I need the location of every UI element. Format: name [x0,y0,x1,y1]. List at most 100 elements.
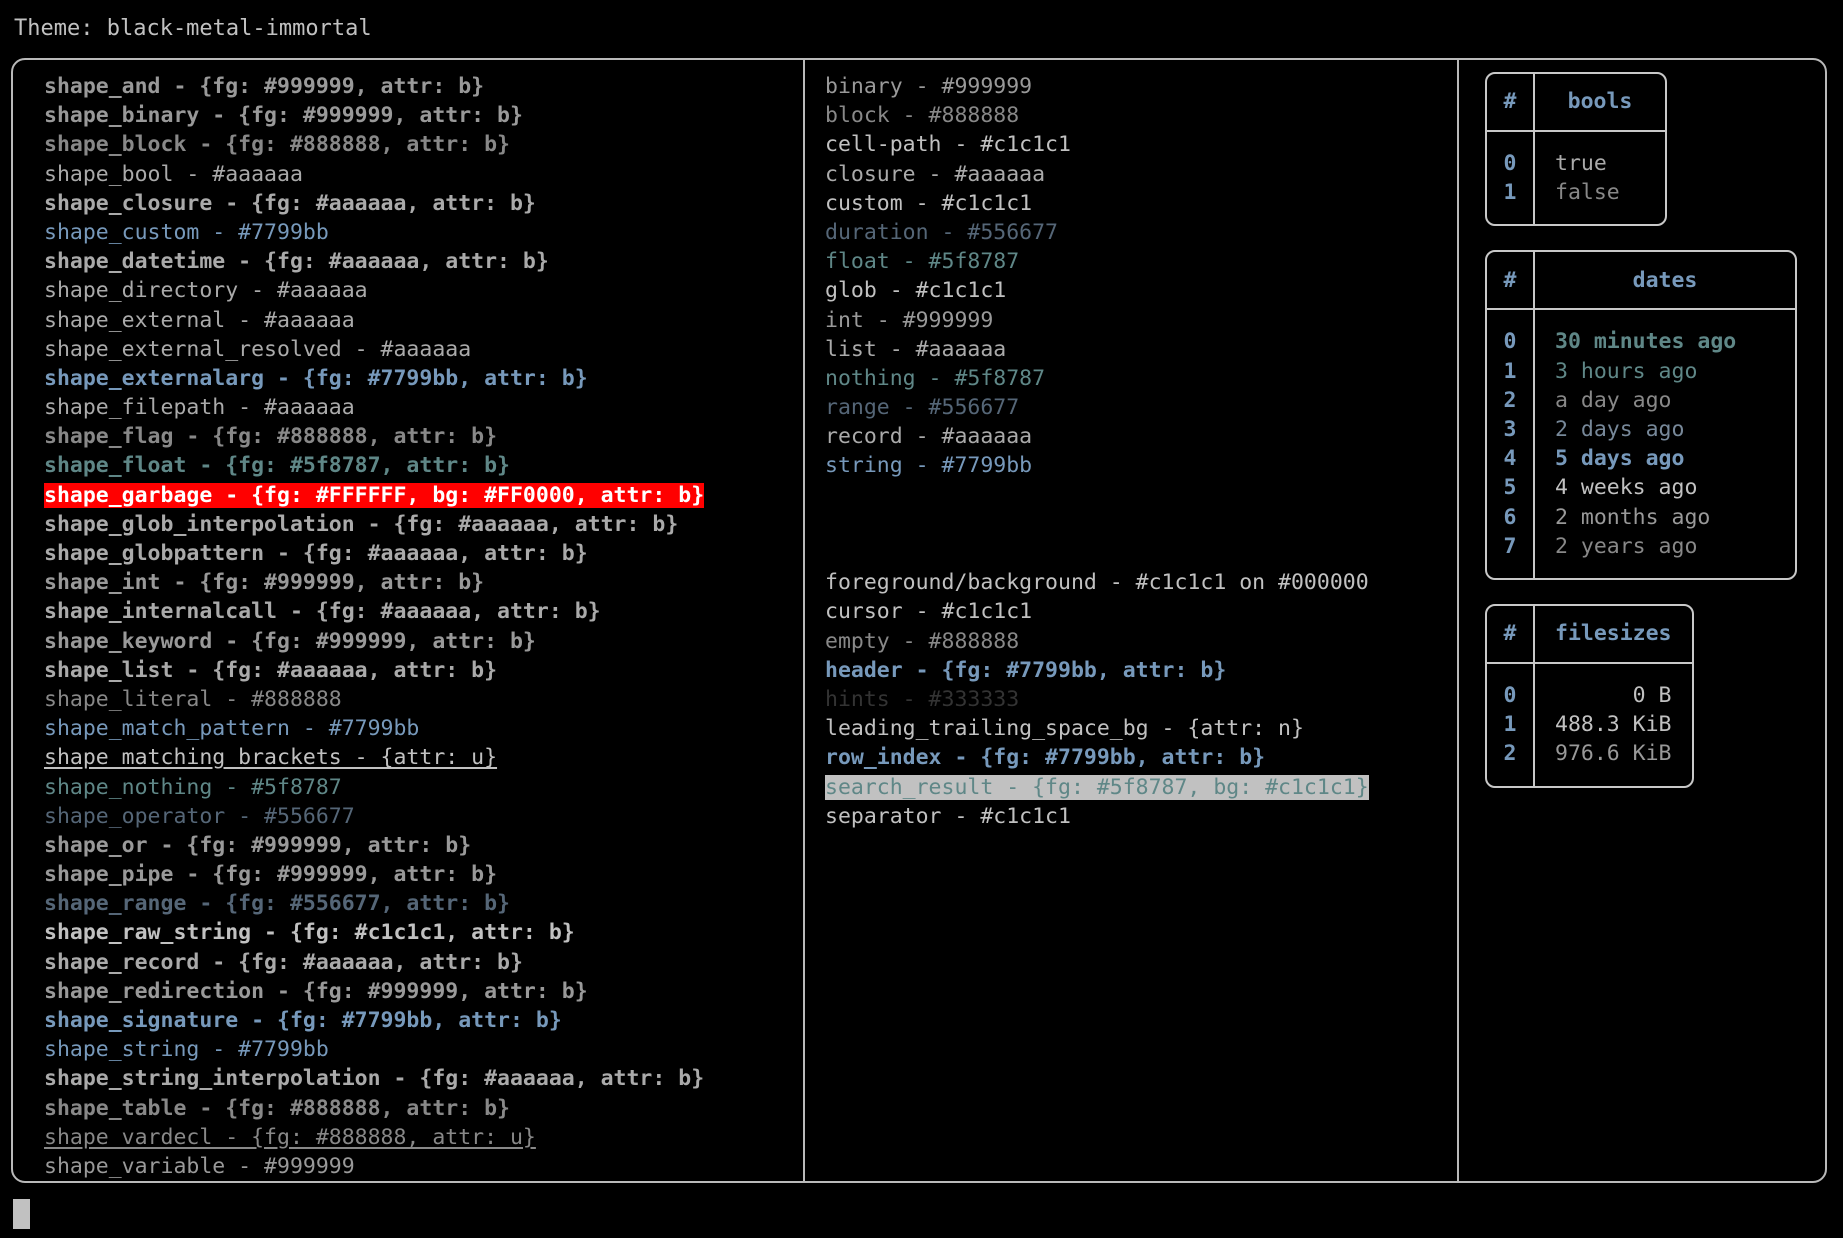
shape-line: shape_external_resolved - #aaaaaa [44,336,472,362]
shapes-column: shape_and - {fg: #999999, attr: b} shape_… [13,60,803,1181]
table-header-filesizes: filesizes [1535,606,1692,665]
table-bools: # bools 0 true 1 false [1485,72,1667,227]
type-line: record - #aaaaaa [825,424,1033,450]
table-row[interactable]: 7 2 years ago [1487,531,1795,562]
table-row-index: 2 [1487,739,1535,769]
table-header-row: # dates [1487,252,1795,311]
theme-title: Theme: black-metal-immortal [14,16,372,41]
table-row-index: 0 [1487,327,1535,357]
shape-line: shape_external - #aaaaaa [44,307,355,333]
ui-element-line: hints - #333333 [825,686,1020,712]
table-row[interactable]: 6 2 months ago [1487,502,1795,532]
table-header-index: # [1487,252,1535,311]
table-row[interactable]: 3 2 days ago [1487,415,1795,445]
table-cell-bools: false [1555,180,1620,206]
shape-line: shape_literal - #888888 [44,686,342,712]
type-line: list - #aaaaaa [825,336,1007,362]
shape-line: shape_string_interpolation - {fg: #aaaaa… [44,1066,705,1092]
table-row[interactable]: 1 488.3 KiB [1487,710,1692,740]
shape-line: shape_bool - #aaaaaa [44,161,303,187]
table-cell-dates: 2 days ago [1555,417,1685,443]
table-row-index: 0 [1487,681,1535,711]
table-row-index: 5 [1487,473,1535,503]
table-pad-top [1487,310,1795,328]
shape-line: shape_closure - {fg: #aaaaaa, attr: b} [44,190,536,216]
types-and-ui-column: binary - #999999 block - #888888 cell-path… [805,60,1457,1181]
theme-preview-frame: shape_and - {fg: #999999, attr: b} shape_… [11,58,1827,1183]
table-cell-dates: 3 hours ago [1555,358,1698,384]
shape-line: shape_signature - {fg: #7799bb, attr: b} [44,1008,562,1033]
sample-tables-column: # bools 0 true 1 false # dates 0 30 minutes ago 1 3… [1459,60,1825,1181]
table-header-index: # [1487,606,1535,665]
table-pad-top [1487,132,1665,149]
table-row[interactable]: 4 5 days ago [1487,444,1795,474]
type-line: block - #888888 [825,103,1020,129]
shape-line: shape_filepath - #aaaaaa [44,395,355,421]
ui-element-line: separator - #c1c1c1 [825,803,1071,829]
table-row[interactable]: 0 0 B [1487,681,1692,711]
type-line: cell-path - #c1c1c1 [825,132,1071,158]
shape-line: shape_table - {fg: #888888, attr: b} [44,1095,510,1121]
table-row[interactable]: 1 false [1487,178,1665,208]
terminal-cursor [13,1199,30,1229]
table-row-index: 4 [1487,444,1535,474]
table-row[interactable]: 0 true [1487,149,1665,179]
table-row-index: 6 [1487,502,1535,532]
shape-line: shape_keyword - {fg: #999999, attr: b} [44,628,536,654]
table-header-row: # filesizes [1487,606,1692,665]
shape-line: shape_internalcall - {fg: #aaaaaa, attr:… [44,599,601,625]
type-line: string - #7799bb [825,453,1033,479]
shape-line: shape_vardecl - {fg: #888888, attr: u} [44,1124,536,1150]
type-line: float - #5f8787 [825,249,1020,275]
table-row[interactable]: 0 30 minutes ago [1487,327,1795,357]
table-row-index: 0 [1487,149,1535,179]
ui-element-line: search_result - {fg: #5f8787, bg: #c1c1c… [825,773,1457,802]
table-row[interactable]: 2 a day ago [1487,385,1795,416]
ui-element-line: row_index - {fg: #7799bb, attr: b} [825,745,1266,771]
type-line: binary - #999999 [825,74,1033,99]
ui-element-line: header - {fg: #7799bb, attr: b} [825,657,1227,683]
table-cell-dates: 5 days ago [1555,446,1685,472]
table-cell-bools: true [1555,151,1607,176]
shape-line: shape_garbage - {fg: #FFFFFF, bg: #FF000… [44,481,803,510]
type-line: custom - #c1c1c1 [825,190,1033,216]
shape-line: shape_custom - #7799bb [44,219,329,245]
shape-line-highlight: shape_garbage - {fg: #FFFFFF, bg: #FF000… [44,482,705,508]
shape-line: shape_operator - #556677 [44,803,355,829]
shape-line: shape_pipe - {fg: #999999, attr: b} [44,862,498,888]
shape-line: shape_match_pattern - #7799bb [44,716,420,742]
table-pad-top [1487,664,1692,682]
table-row[interactable]: 5 4 weeks ago [1487,473,1795,503]
shape-line: shape_directory - #aaaaaa [44,278,368,304]
types-list: binary - #999999 block - #888888 cell-path… [825,72,1457,481]
table-row[interactable]: 1 3 hours ago [1487,356,1795,386]
shape-line: shape_redirection - {fg: #999999, attr: … [44,978,588,1004]
shape-line: shape_and - {fg: #999999, attr: b} [44,74,485,99]
ui-elements-list: foreground/background - #c1c1c1 on #0000… [825,568,1457,831]
shape-line: shape_glob_interpolation - {fg: #aaaaaa,… [44,511,679,537]
table-row-index: 2 [1487,385,1535,416]
ui-element-line: foreground/background - #c1c1c1 on #0000… [825,570,1369,596]
shape-line: shape_datetime - {fg: #aaaaaa, attr: b} [44,249,549,275]
table-dates: # dates 0 30 minutes ago 1 3 hours ago 2 a day … [1485,250,1797,581]
shape-line: shape_flag - {fg: #888888, attr: b} [44,424,498,450]
shape-line: shape_globpattern - {fg: #aaaaaa, attr: … [44,541,588,566]
type-line: nothing - #5f8787 [825,365,1046,391]
table-cell-filesizes: 976.6 KiB [1555,741,1672,767]
table-header-dates: dates [1535,252,1795,311]
ui-element-line: leading_trailing_space_bg - {attr: n} [825,716,1304,742]
shape-line: shape_range - {fg: #556677, attr: b} [44,891,510,917]
table-filesizes: # filesizes 0 0 B 1 488.3 KiB 2 976.6 KiB [1485,604,1694,788]
type-line: range - #556677 [825,395,1020,421]
table-header-bools: bools [1535,74,1665,132]
table-row[interactable]: 2 976.6 KiB [1487,739,1692,769]
shape-line: shape_record - {fg: #aaaaaa, attr: b} [44,949,523,975]
shape-line: shape_int - {fg: #999999, attr: b} [44,570,485,596]
table-row-index: 1 [1487,178,1535,208]
table-row-index: 7 [1487,531,1535,562]
table-cell-dates: 2 years ago [1555,533,1698,559]
shape-line: shape_variable - #999999 [44,1153,355,1179]
ui-element-line: cursor - #c1c1c1 [825,599,1033,625]
table-cell-filesizes: 488.3 KiB [1555,712,1672,738]
shape-line: shape_nothing - #5f8787 [44,774,342,800]
